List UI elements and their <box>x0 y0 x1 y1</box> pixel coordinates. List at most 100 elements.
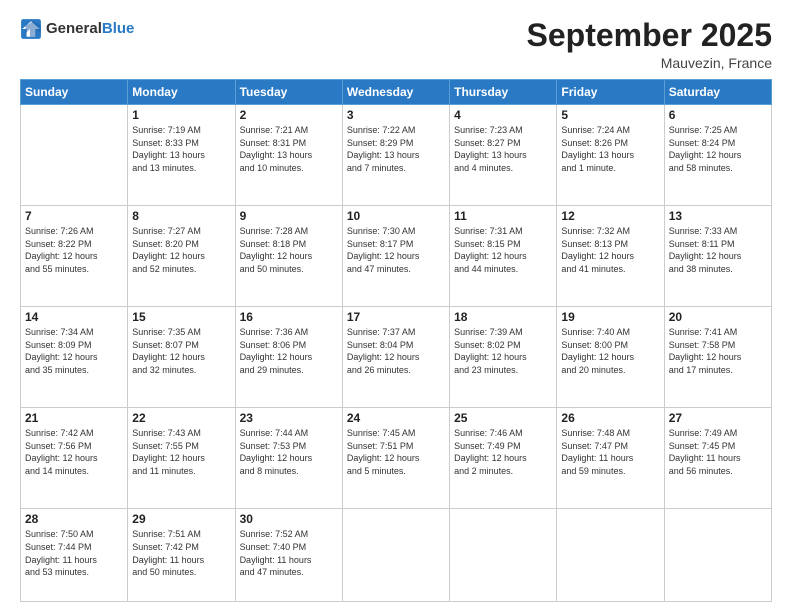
day-info: Sunrise: 7:46 AMSunset: 7:49 PMDaylight:… <box>454 427 552 477</box>
day-info: Sunrise: 7:21 AMSunset: 8:31 PMDaylight:… <box>240 124 338 174</box>
col-friday: Friday <box>557 80 664 105</box>
day-number: 24 <box>347 411 445 425</box>
day-number: 10 <box>347 209 445 223</box>
day-info: Sunrise: 7:40 AMSunset: 8:00 PMDaylight:… <box>561 326 659 376</box>
day-number: 12 <box>561 209 659 223</box>
day-number: 30 <box>240 512 338 526</box>
logo-text: GeneralBlue <box>46 21 134 38</box>
calendar-week-5: 28 Sunrise: 7:50 AMSunset: 7:44 PMDayligh… <box>21 509 772 602</box>
table-row: 22 Sunrise: 7:43 AMSunset: 7:55 PMDayligh… <box>128 408 235 509</box>
day-number: 28 <box>25 512 123 526</box>
table-row: 17 Sunrise: 7:37 AMSunset: 8:04 PMDayligh… <box>342 307 449 408</box>
table-row: 23Sunrise: 7:44 AMSunset: 7:53 PMDayligh… <box>235 408 342 509</box>
table-row: 28 Sunrise: 7:50 AMSunset: 7:44 PMDayligh… <box>21 509 128 602</box>
day-number: 1 <box>132 108 230 122</box>
day-number: 11 <box>454 209 552 223</box>
title-area: September 2025 Mauvezin, France <box>527 18 772 71</box>
day-info: Sunrise: 7:49 AMSunset: 7:45 PMDaylight:… <box>669 427 767 477</box>
day-number: 7 <box>25 209 123 223</box>
day-number: 26 <box>561 411 659 425</box>
day-number: 21 <box>25 411 123 425</box>
day-number: 25 <box>454 411 552 425</box>
table-row <box>21 105 128 206</box>
table-row: 19 Sunrise: 7:40 AMSunset: 8:00 PMDayligh… <box>557 307 664 408</box>
table-row: 11 Sunrise: 7:31 AMSunset: 8:15 PMDayligh… <box>450 206 557 307</box>
day-number: 14 <box>25 310 123 324</box>
col-tuesday: Tuesday <box>235 80 342 105</box>
day-number: 6 <box>669 108 767 122</box>
day-number: 8 <box>132 209 230 223</box>
day-number: 4 <box>454 108 552 122</box>
day-number: 15 <box>132 310 230 324</box>
calendar-week-2: 7Sunrise: 7:26 AMSunset: 8:22 PMDaylight… <box>21 206 772 307</box>
day-info: Sunrise: 7:27 AMSunset: 8:20 PMDaylight:… <box>132 225 230 275</box>
calendar-table: Sunday Monday Tuesday Wednesday Thursday… <box>20 79 772 602</box>
day-number: 29 <box>132 512 230 526</box>
day-info: Sunrise: 7:35 AMSunset: 8:07 PMDaylight:… <box>132 326 230 376</box>
calendar-week-3: 14 Sunrise: 7:34 AMSunset: 8:09 PMDayligh… <box>21 307 772 408</box>
day-number: 3 <box>347 108 445 122</box>
calendar-header-row: Sunday Monday Tuesday Wednesday Thursday… <box>21 80 772 105</box>
calendar-week-4: 21 Sunrise: 7:42 AMSunset: 7:56 PMDayligh… <box>21 408 772 509</box>
table-row: 14 Sunrise: 7:34 AMSunset: 8:09 PMDayligh… <box>21 307 128 408</box>
day-info: Sunrise: 7:43 AMSunset: 7:55 PMDaylight:… <box>132 427 230 477</box>
day-info: Sunrise: 7:23 AMSunset: 8:27 PMDaylight:… <box>454 124 552 174</box>
table-row <box>342 509 449 602</box>
day-info: Sunrise: 7:19 AMSunset: 8:33 PMDaylight:… <box>132 124 230 174</box>
table-row: 18Sunrise: 7:39 AMSunset: 8:02 PMDayligh… <box>450 307 557 408</box>
table-row: 1 Sunrise: 7:19 AMSunset: 8:33 PMDaylight… <box>128 105 235 206</box>
table-row: 3Sunrise: 7:22 AMSunset: 8:29 PMDaylight… <box>342 105 449 206</box>
day-number: 22 <box>132 411 230 425</box>
logo-icon <box>20 18 42 40</box>
month-title: September 2025 <box>527 18 772 53</box>
day-info: Sunrise: 7:45 AMSunset: 7:51 PMDaylight:… <box>347 427 445 477</box>
day-info: Sunrise: 7:52 AMSunset: 7:40 PMDaylight:… <box>240 528 338 578</box>
header: GeneralBlue September 2025 Mauvezin, Fra… <box>20 18 772 71</box>
table-row: 10 Sunrise: 7:30 AMSunset: 8:17 PMDayligh… <box>342 206 449 307</box>
table-row <box>664 509 771 602</box>
table-row: 30 Sunrise: 7:52 AMSunset: 7:40 PMDayligh… <box>235 509 342 602</box>
col-saturday: Saturday <box>664 80 771 105</box>
day-info: Sunrise: 7:25 AMSunset: 8:24 PMDaylight:… <box>669 124 767 174</box>
day-info: Sunrise: 7:51 AMSunset: 7:42 PMDaylight:… <box>132 528 230 578</box>
day-info: Sunrise: 7:33 AMSunset: 8:11 PMDaylight:… <box>669 225 767 275</box>
table-row: 27Sunrise: 7:49 AMSunset: 7:45 PMDayligh… <box>664 408 771 509</box>
day-info: Sunrise: 7:42 AMSunset: 7:56 PMDaylight:… <box>25 427 123 477</box>
table-row: 5 Sunrise: 7:24 AMSunset: 8:26 PMDaylight… <box>557 105 664 206</box>
day-number: 13 <box>669 209 767 223</box>
table-row: 20Sunrise: 7:41 AMSunset: 7:58 PMDayligh… <box>664 307 771 408</box>
calendar-week-1: 1 Sunrise: 7:19 AMSunset: 8:33 PMDaylight… <box>21 105 772 206</box>
day-info: Sunrise: 7:32 AMSunset: 8:13 PMDaylight:… <box>561 225 659 275</box>
col-monday: Monday <box>128 80 235 105</box>
table-row: 6 Sunrise: 7:25 AMSunset: 8:24 PMDaylight… <box>664 105 771 206</box>
table-row: 8 Sunrise: 7:27 AMSunset: 8:20 PMDaylight… <box>128 206 235 307</box>
table-row: 13 Sunrise: 7:33 AMSunset: 8:11 PMDayligh… <box>664 206 771 307</box>
page: GeneralBlue September 2025 Mauvezin, Fra… <box>0 0 792 612</box>
day-info: Sunrise: 7:31 AMSunset: 8:15 PMDaylight:… <box>454 225 552 275</box>
table-row: 24 Sunrise: 7:45 AMSunset: 7:51 PMDayligh… <box>342 408 449 509</box>
day-number: 19 <box>561 310 659 324</box>
table-row: 16Sunrise: 7:36 AMSunset: 8:06 PMDayligh… <box>235 307 342 408</box>
day-info: Sunrise: 7:48 AMSunset: 7:47 PMDaylight:… <box>561 427 659 477</box>
day-info: Sunrise: 7:37 AMSunset: 8:04 PMDaylight:… <box>347 326 445 376</box>
table-row: 15 Sunrise: 7:35 AMSunset: 8:07 PMDayligh… <box>128 307 235 408</box>
day-info: Sunrise: 7:39 AMSunset: 8:02 PMDaylight:… <box>454 326 552 376</box>
table-row: 4 Sunrise: 7:23 AMSunset: 8:27 PMDaylight… <box>450 105 557 206</box>
day-number: 17 <box>347 310 445 324</box>
day-info: Sunrise: 7:34 AMSunset: 8:09 PMDaylight:… <box>25 326 123 376</box>
day-info: Sunrise: 7:50 AMSunset: 7:44 PMDaylight:… <box>25 528 123 578</box>
day-info: Sunrise: 7:24 AMSunset: 8:26 PMDaylight:… <box>561 124 659 174</box>
table-row <box>450 509 557 602</box>
table-row: 26 Sunrise: 7:48 AMSunset: 7:47 PMDayligh… <box>557 408 664 509</box>
table-row: 9Sunrise: 7:28 AMSunset: 8:18 PMDaylight… <box>235 206 342 307</box>
day-number: 5 <box>561 108 659 122</box>
table-row: 29 Sunrise: 7:51 AMSunset: 7:42 PMDayligh… <box>128 509 235 602</box>
location: Mauvezin, France <box>527 55 772 71</box>
day-number: 2 <box>240 108 338 122</box>
table-row: 25 Sunrise: 7:46 AMSunset: 7:49 PMDayligh… <box>450 408 557 509</box>
day-number: 23 <box>240 411 338 425</box>
day-info: Sunrise: 7:36 AMSunset: 8:06 PMDaylight:… <box>240 326 338 376</box>
day-info: Sunrise: 7:30 AMSunset: 8:17 PMDaylight:… <box>347 225 445 275</box>
logo: GeneralBlue <box>20 18 134 40</box>
table-row: 7Sunrise: 7:26 AMSunset: 8:22 PMDaylight… <box>21 206 128 307</box>
